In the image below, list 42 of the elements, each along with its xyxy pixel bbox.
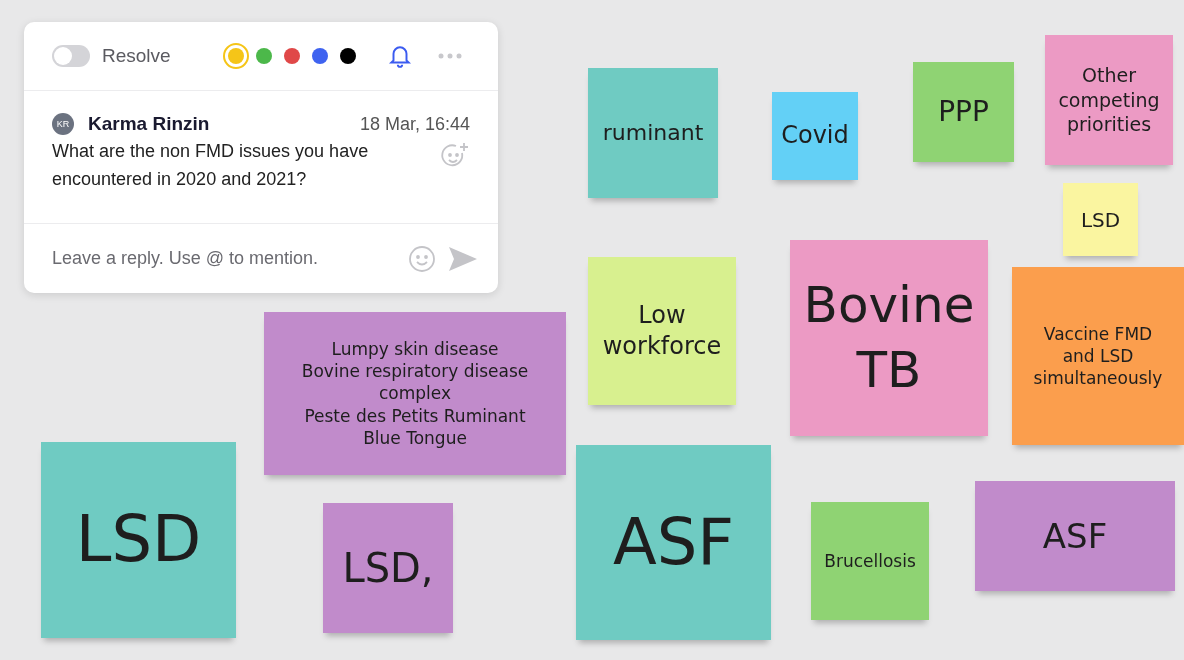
sticky-note[interactable]: Lumpy skin disease Bovine respiratory disease complex Peste des Petits Ruminant Blue Tongue <box>264 312 566 475</box>
note-text: PPP <box>938 93 989 130</box>
color-option[interactable] <box>222 43 249 69</box>
note-text: Peste des Petits Ruminant <box>304 404 526 427</box>
note-text: Other competing priorities <box>1058 62 1160 138</box>
sticky-note[interactable]: Other competing priorities <box>1045 35 1173 165</box>
resolve-toggle[interactable] <box>52 45 90 67</box>
note-text: LSD <box>1080 206 1121 233</box>
sticky-note[interactable]: Brucellosis <box>811 502 929 620</box>
sticky-note[interactable]: LSD, <box>323 503 453 633</box>
note-text: Bovine TB <box>802 275 976 401</box>
sticky-note[interactable]: LSD <box>41 442 236 638</box>
emoji-icon[interactable] <box>408 244 436 273</box>
note-text: ASF <box>1042 514 1108 558</box>
comment-text: What are the non FMD issues you have encountered in 2020 and 2021? <box>52 140 370 191</box>
sticky-note[interactable]: ruminant <box>588 68 718 198</box>
sticky-note[interactable]: ASF <box>576 445 771 640</box>
send-icon[interactable] <box>448 245 478 272</box>
sticky-note[interactable]: Covid <box>772 92 858 180</box>
author-name: Karma Rinzin <box>88 113 210 135</box>
sticky-note[interactable]: LSD <box>1063 183 1138 256</box>
note-text: Blue Tongue <box>363 426 467 449</box>
note-text: LSD <box>75 501 202 579</box>
avatar: KR <box>52 113 74 135</box>
resolve-label: Resolve <box>102 45 171 67</box>
note-text: Vaccine FMD and LSD simultaneously <box>1032 322 1164 390</box>
sticky-note[interactable]: PPP <box>913 62 1014 162</box>
note-text: Brucellosis <box>824 549 916 573</box>
sticky-note[interactable]: ASF <box>975 481 1175 591</box>
sticky-note[interactable]: Low workforce <box>588 257 736 405</box>
note-text: Covid <box>781 120 849 152</box>
note-text: Lumpy skin disease <box>331 338 499 361</box>
sticky-note[interactable]: Bovine TB <box>790 240 988 436</box>
comment-time: 18 Mar, 16:44 <box>359 113 470 135</box>
note-text: Low workforce <box>601 299 723 362</box>
note-text: ASF <box>612 503 735 581</box>
more-icon[interactable] <box>436 52 463 60</box>
reply-field[interactable]: Leave a reply. Use @ to mention. <box>52 248 396 269</box>
note-text: LSD, <box>342 544 434 593</box>
sticky-note[interactable]: Vaccine FMD and LSD simultaneously <box>1012 267 1184 445</box>
note-text: ruminant <box>602 118 704 147</box>
note-text: Bovine respiratory disease complex <box>300 360 530 405</box>
